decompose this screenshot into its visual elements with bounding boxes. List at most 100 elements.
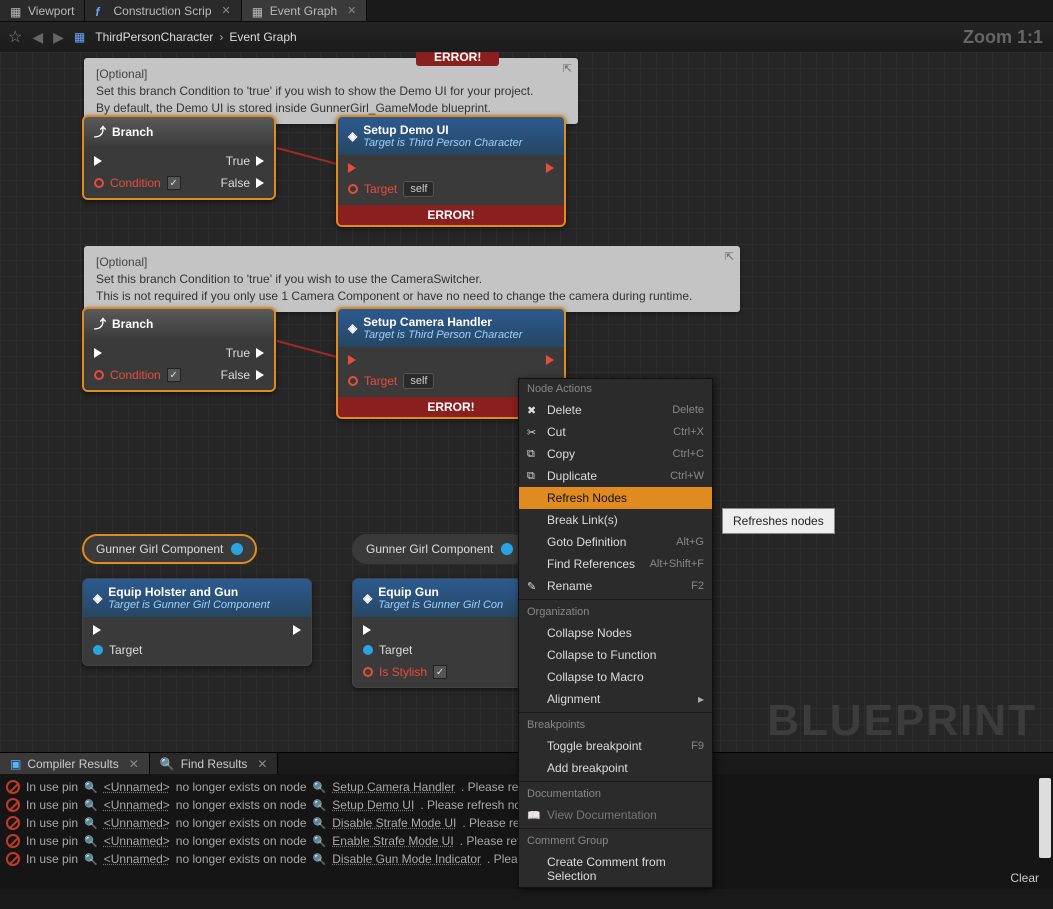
graph-toolbar: ☆ ◀ ▶ ▦ ThirdPersonCharacter › Event Gra… [0, 22, 1053, 52]
checkbox[interactable]: ✓ [167, 176, 181, 190]
book-icon: 📖 [527, 809, 541, 822]
node-title: Setup Demo UI [363, 123, 448, 137]
wire [277, 340, 337, 358]
pin-icon: ⇱ [725, 250, 734, 265]
close-icon[interactable]: ✕ [129, 757, 139, 771]
true-pin[interactable]: True [226, 346, 264, 360]
breadcrumb[interactable]: ThirdPersonCharacter › Event Graph [95, 30, 296, 44]
tab-find-results[interactable]: 🔍 Find Results ✕ [150, 753, 279, 774]
output-pin[interactable] [501, 543, 513, 555]
menu-collapse-to-function[interactable]: Collapse to Function [519, 644, 712, 666]
node-title: Branch [112, 317, 153, 331]
link-unnamed[interactable]: <Unnamed> [104, 852, 170, 866]
menu-cut[interactable]: ✂CutCtrl+X [519, 421, 712, 443]
menu-collapse-to-macro[interactable]: Collapse to Macro [519, 666, 712, 688]
menu-find-references[interactable]: Find ReferencesAlt+Shift+F [519, 553, 712, 575]
exec-in-pin[interactable] [93, 625, 101, 635]
nav-forward-icon[interactable]: ▶ [53, 29, 64, 46]
tab-compiler-results[interactable]: ▣ Compiler Results ✕ [0, 753, 150, 774]
condition-pin[interactable]: Condition✓ [94, 176, 181, 190]
false-pin[interactable]: False [221, 176, 264, 190]
node-branch[interactable]: ⤴ Branch True Condition✓ False [82, 307, 276, 392]
tab-label: Construction Scrip [113, 4, 211, 18]
error-icon [6, 852, 20, 866]
menu-delete[interactable]: ✖DeleteDelete [519, 399, 712, 421]
menu-toggle-breakpoint[interactable]: Toggle breakpointF9 [519, 735, 712, 757]
menu-break-links[interactable]: Break Link(s) [519, 509, 712, 531]
menu-duplicate[interactable]: ⧉DuplicateCtrl+W [519, 465, 712, 487]
checkbox[interactable]: ✓ [167, 368, 181, 382]
link-node[interactable]: Setup Demo UI [332, 798, 414, 812]
menu-copy[interactable]: ⧉CopyCtrl+C [519, 443, 712, 465]
menu-goto-definition[interactable]: Goto DefinitionAlt+G [519, 531, 712, 553]
clear-button[interactable]: Clear [1010, 871, 1039, 885]
nav-back-icon[interactable]: ◀ [32, 29, 43, 46]
true-pin[interactable]: True [226, 154, 264, 168]
target-pin[interactable]: Target [93, 643, 142, 657]
node-equip-gun[interactable]: ◈ Equip Gun Target is Gunner Girl Con Ta… [352, 578, 522, 688]
exec-in-pin[interactable] [348, 163, 356, 173]
comment-optional: [Optional] [96, 254, 728, 271]
link-unnamed[interactable]: <Unnamed> [104, 780, 170, 794]
error-icon [6, 834, 20, 848]
branch-icon: ⤴ [94, 315, 106, 332]
is-stylish-pin[interactable]: Is Stylish✓ [363, 665, 447, 679]
node-title: Setup Camera Handler [363, 315, 492, 329]
node-branch[interactable]: ⤴ Branch True Condition✓ False [82, 115, 276, 200]
copy-icon: ⧉ [527, 448, 541, 461]
exec-out-pin[interactable] [546, 355, 554, 365]
close-icon[interactable]: ✕ [257, 757, 267, 771]
menu-rename[interactable]: ✎RenameF2 [519, 575, 712, 597]
menu-add-breakpoint[interactable]: Add breakpoint [519, 757, 712, 779]
exec-out-pin[interactable] [293, 625, 301, 635]
variable-pill-gunner-girl-component[interactable]: Gunner Girl Component [352, 534, 527, 564]
wire [277, 147, 337, 165]
pill-label: Gunner Girl Component [366, 542, 493, 556]
target-pin[interactable]: Targetself [348, 181, 434, 197]
checkbox[interactable]: ✓ [433, 665, 447, 679]
tab-viewport[interactable]: ▦ Viewport [0, 0, 85, 21]
breadcrumb-root: ThirdPersonCharacter [95, 30, 213, 44]
node-setup-demo-ui[interactable]: ◈ Setup Demo UI Target is Third Person C… [336, 115, 566, 227]
comment-box[interactable]: ⇱ [Optional] Set this branch Condition t… [84, 246, 740, 312]
exec-in-pin[interactable] [94, 348, 102, 358]
context-section-header: Node Actions [519, 379, 712, 399]
link-node[interactable]: Disable Strafe Mode UI [332, 816, 456, 830]
condition-pin[interactable]: Condition✓ [94, 368, 181, 382]
function-icon: ◈ [348, 129, 357, 143]
link-node[interactable]: Setup Camera Handler [332, 780, 455, 794]
scrollbar[interactable] [1039, 778, 1051, 858]
chevron-right-icon: ▸ [698, 692, 704, 706]
menu-create-comment[interactable]: Create Comment from Selection [519, 851, 712, 887]
zoom-indicator: Zoom 1:1 [963, 27, 1043, 48]
search-icon: 🔍 [84, 835, 98, 848]
link-unnamed[interactable]: <Unnamed> [104, 834, 170, 848]
node-equip-holster-and-gun[interactable]: ◈ Equip Holster and Gun Target is Gunner… [82, 578, 312, 666]
target-pin[interactable]: Targetself [348, 373, 434, 389]
menu-refresh-nodes[interactable]: Refresh Nodes [519, 487, 712, 509]
error-icon [6, 780, 20, 794]
favorite-icon[interactable]: ☆ [8, 27, 22, 47]
close-icon[interactable]: ✕ [347, 4, 356, 17]
node-header: ⤴ Branch [84, 309, 274, 338]
output-pin[interactable] [231, 543, 243, 555]
exec-out-pin[interactable] [546, 163, 554, 173]
menu-collapse-nodes[interactable]: Collapse Nodes [519, 622, 712, 644]
tab-event-graph[interactable]: ▦ Event Graph ✕ [242, 0, 368, 21]
link-node[interactable]: Enable Strafe Mode UI [332, 834, 453, 848]
search-icon: 🔍 [84, 799, 98, 812]
exec-in-pin[interactable] [94, 156, 102, 166]
menu-alignment[interactable]: Alignment▸ [519, 688, 712, 710]
false-pin[interactable]: False [221, 368, 264, 382]
exec-in-pin[interactable] [363, 625, 371, 635]
search-icon: 🔍 [160, 757, 175, 771]
link-unnamed[interactable]: <Unnamed> [104, 798, 170, 812]
target-pin[interactable]: Target [363, 643, 412, 657]
close-icon[interactable]: ✕ [222, 4, 231, 17]
link-unnamed[interactable]: <Unnamed> [104, 816, 170, 830]
node-header: ◈ Equip Gun Target is Gunner Girl Con [353, 579, 521, 617]
link-node[interactable]: Disable Gun Mode Indicator [332, 852, 481, 866]
tab-construction-script[interactable]: f Construction Scrip ✕ [85, 0, 241, 21]
variable-pill-gunner-girl-component[interactable]: Gunner Girl Component [82, 534, 257, 564]
exec-in-pin[interactable] [348, 355, 356, 365]
